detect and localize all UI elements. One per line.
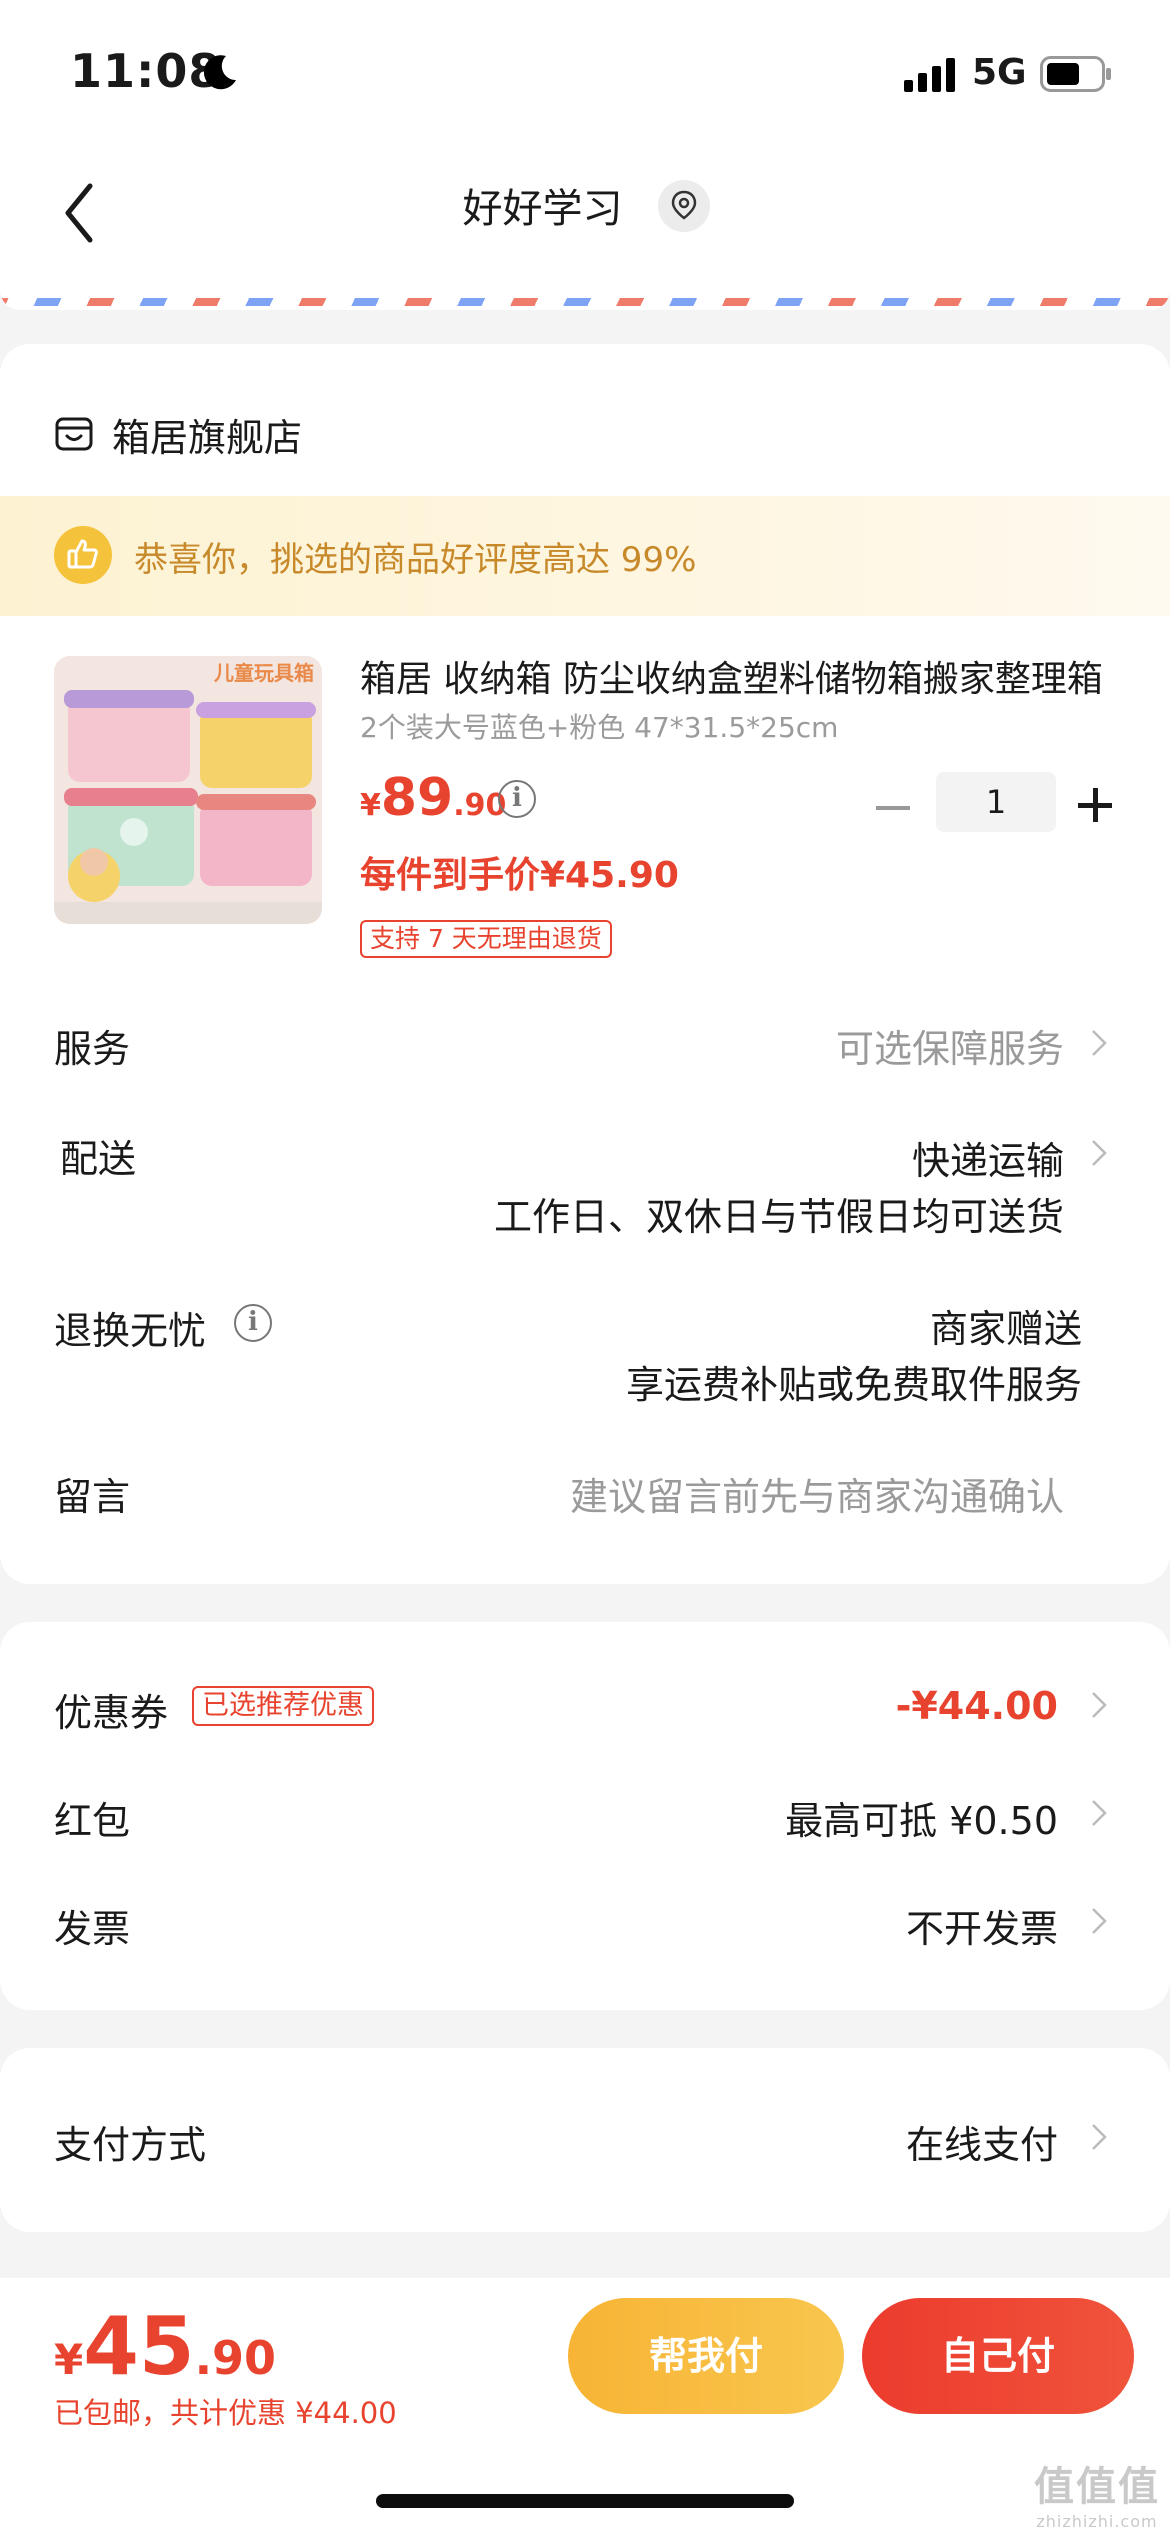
location-button[interactable] [658, 180, 710, 232]
invoice-label: 发票 [54, 1907, 131, 1951]
home-indicator[interactable] [376, 2494, 794, 2508]
final-unit-price: 每件到手价¥45.90 [360, 855, 679, 896]
checkout-bar: ¥ 45 .90 已包邮，共计优惠 ¥44.00 帮我付 自己付 值值值 zhi… [0, 2278, 1170, 2532]
thumbs-up-icon [54, 526, 112, 584]
signal-icon [904, 58, 955, 92]
message-label: 留言 [54, 1475, 131, 1519]
total-integer: 45 [83, 2300, 195, 2393]
payment-card: 支付方式 在线支付 [0, 2048, 1170, 2232]
total-price: ¥ 45 .90 [54, 2300, 276, 2393]
location-pin-icon [671, 190, 697, 220]
order-card: 箱居旗舰店 恭喜你，挑选的商品好评度高达 99% 儿童玩具箱 箱居 收纳箱 防尘… [0, 344, 1170, 1584]
payment-method-label: 支付方式 [54, 2123, 207, 2167]
product-spec[interactable]: 2个装大号蓝色+粉色 47*31.5*25cm [360, 706, 838, 746]
coupon-label: 优惠券 [54, 1691, 169, 1735]
store-row[interactable]: 箱居旗舰店 [54, 404, 302, 464]
price-info-icon[interactable]: i [498, 780, 536, 818]
returns-value: 商家赠送 [929, 1307, 1082, 1351]
quantity-decrease-button[interactable] [876, 806, 910, 810]
invoice-value[interactable]: 不开发票 [906, 1898, 1058, 1953]
red-packet-value[interactable]: 最高可抵 ¥0.50 [785, 1790, 1058, 1845]
payment-method-value[interactable]: 在线支付 [906, 2114, 1058, 2169]
delivery-value[interactable]: 快递运输 [912, 1130, 1064, 1185]
chevron-right-icon[interactable] [1090, 1690, 1108, 1720]
service-label: 服务 [54, 1027, 131, 1071]
service-value[interactable]: 可选保障服务 [836, 1018, 1064, 1073]
coupon-tag: 已选推荐优惠 [192, 1686, 374, 1726]
total-summary: 已包邮，共计优惠 ¥44.00 [54, 2396, 397, 2430]
red-packet-label: 红包 [54, 1799, 131, 1843]
chevron-right-icon[interactable] [1090, 1798, 1108, 1828]
praise-text: 恭喜你，挑选的商品好评度高达 99% [134, 540, 697, 580]
discount-card: 优惠券 已选推荐优惠 -¥44.00 红包 最高可抵 ¥0.50 发票 不开发票 [0, 1622, 1170, 2010]
chevron-right-icon[interactable] [1090, 1906, 1108, 1936]
total-currency: ¥ [54, 2335, 84, 2384]
quantity-increase-button[interactable] [1078, 788, 1112, 822]
product-title[interactable]: 箱居 收纳箱 防尘收纳盒塑料储物箱搬家整理箱 [360, 650, 1110, 702]
delivery-subtext: 工作日、双休日与节假日均可送货 [493, 1195, 1064, 1239]
chevron-right-icon[interactable] [1090, 1028, 1108, 1058]
battery-icon [1040, 56, 1111, 92]
price-currency: ¥ [360, 788, 381, 823]
returns-label: 退换无忧 [54, 1309, 207, 1353]
page-title: 好好学习 [462, 186, 623, 232]
price-integer: 89 [380, 768, 454, 828]
product-image-caption: 儿童玩具箱 [213, 661, 314, 685]
message-input[interactable]: 建议留言前先与商家沟通确认 [570, 1466, 1064, 1521]
chevron-right-icon[interactable] [1090, 1138, 1108, 1168]
praise-banner: 恭喜你，挑选的商品好评度高达 99% [0, 496, 1170, 616]
total-decimal: .90 [194, 2331, 277, 2385]
moon-icon [203, 55, 236, 90]
status-time: 11:08 [70, 44, 222, 98]
coupon-value[interactable]: -¥44.00 [896, 1684, 1058, 1728]
address-airmail-border [0, 290, 1170, 310]
delivery-label: 配送 [60, 1137, 137, 1181]
return-policy-badge: 支持 7 天无理由退货 [360, 920, 612, 958]
watermark-logo: 值值值 zhizhizhi.com [1034, 2464, 1160, 2531]
returns-subtext: 享运费补贴或免费取件服务 [625, 1363, 1082, 1407]
status-bar: 11:08 5G [0, 0, 1170, 140]
product-image[interactable]: 儿童玩具箱 [54, 656, 322, 924]
product-price: ¥ 89 .90 [360, 768, 506, 828]
quantity-input[interactable]: 1 [936, 772, 1056, 832]
self-pay-button[interactable]: 自己付 [862, 2298, 1134, 2414]
nav-bar: 好好学习 [0, 140, 1170, 290]
network-label: 5G [972, 52, 1027, 93]
store-icon [55, 417, 93, 451]
help-pay-button[interactable]: 帮我付 [568, 2298, 844, 2414]
store-name: 箱居旗舰店 [112, 415, 303, 460]
returns-info-icon[interactable]: i [234, 1304, 272, 1342]
chevron-right-icon[interactable] [1090, 2122, 1108, 2152]
